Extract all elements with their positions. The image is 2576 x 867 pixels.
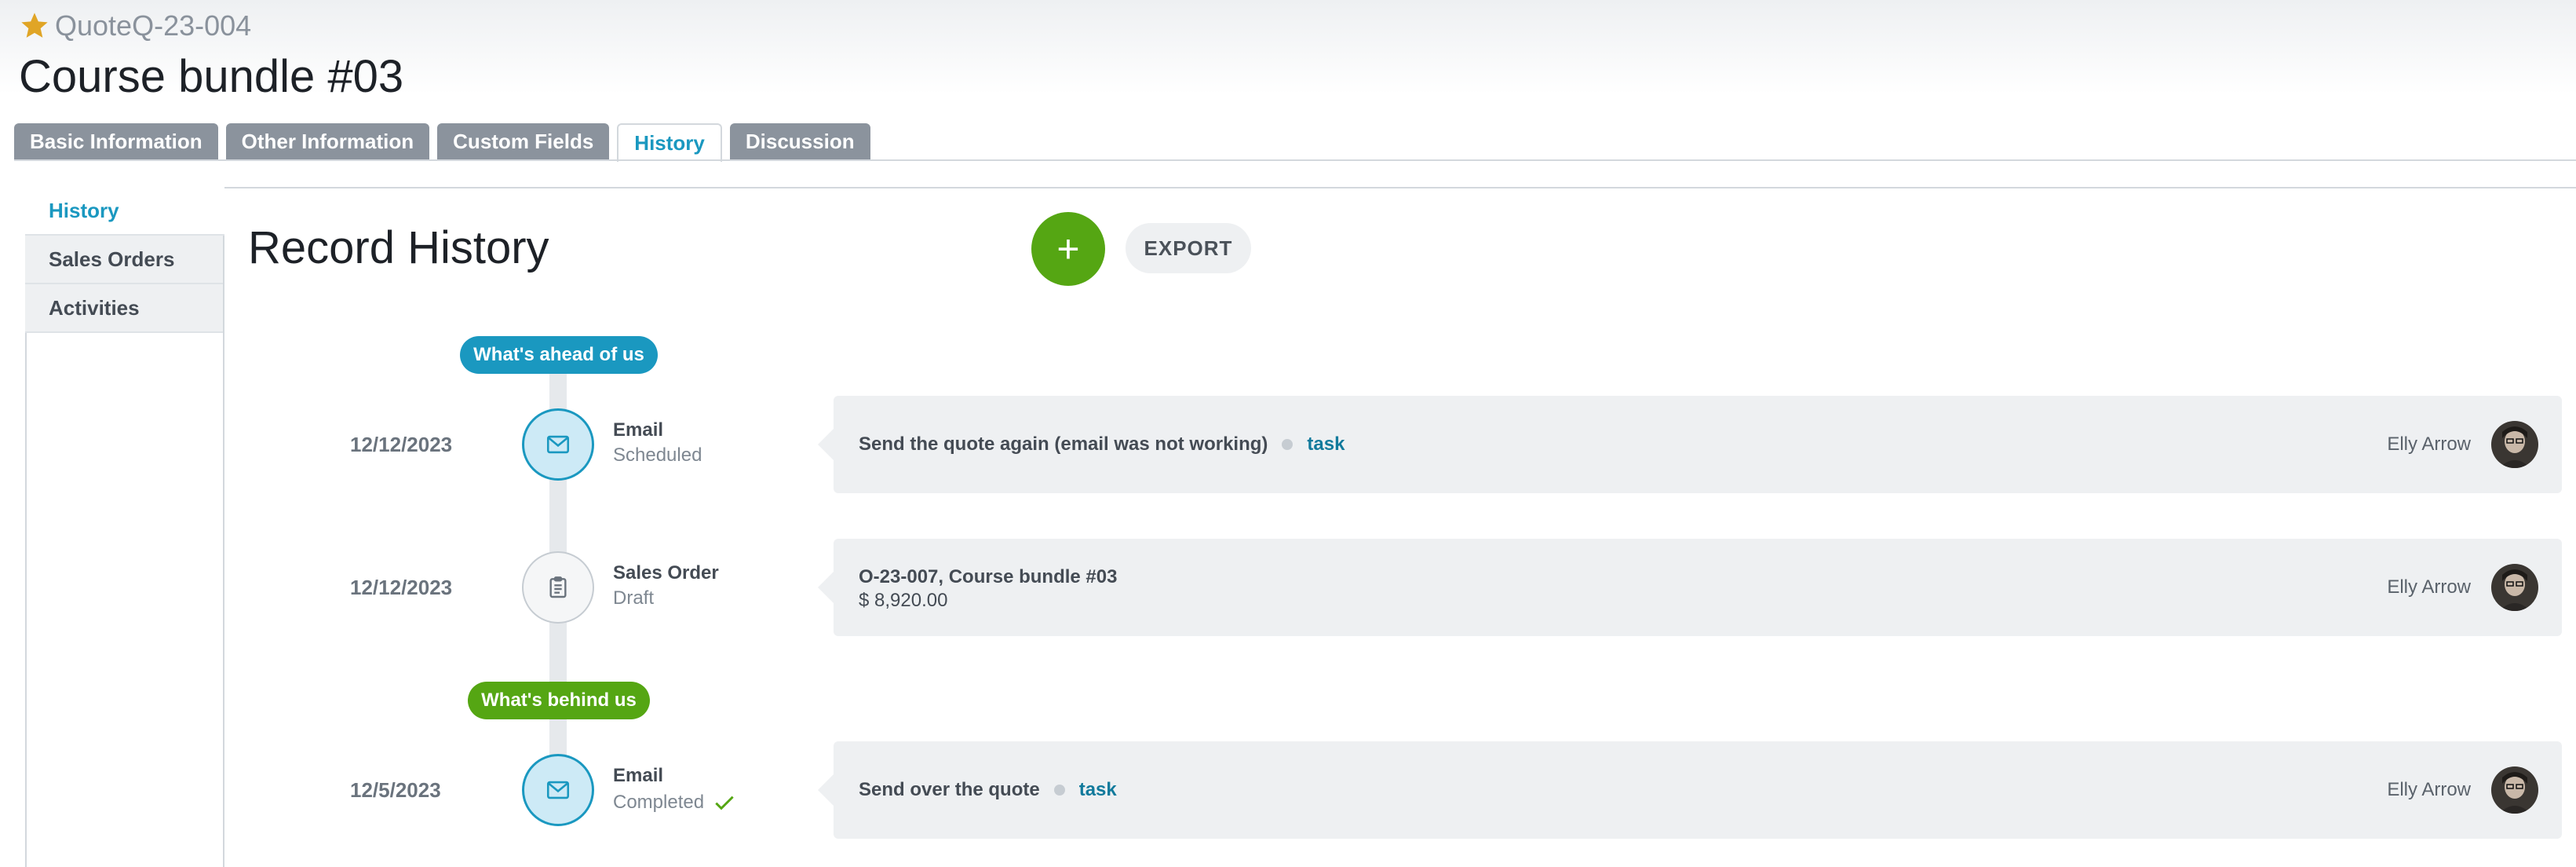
entry-status-label: Completed	[613, 792, 705, 813]
entry-date: 12/12/2023	[350, 575, 453, 599]
clipboard-icon	[549, 576, 567, 598]
section-title: Record History	[248, 222, 549, 273]
timeline-entry: 12/12/2023 Email Scheduled Send the quot…	[0, 396, 2576, 493]
entry-status: Scheduled	[613, 444, 702, 466]
entry-card[interactable]: Send over the quote task Elly Arrow	[818, 741, 2562, 839]
entry-status: Completed	[613, 790, 737, 815]
entry-user[interactable]: Elly Arrow	[2387, 396, 2471, 493]
entry-summary: Send over the quote	[859, 779, 1040, 800]
add-button[interactable]: +	[1031, 212, 1105, 286]
mail-icon	[546, 435, 570, 454]
entry-icon-button[interactable]	[522, 754, 594, 826]
tab-other-information[interactable]: Other Information	[225, 123, 430, 159]
entry-type: Email	[613, 765, 664, 786]
tab-history[interactable]: History	[617, 123, 722, 162]
tab-divider	[14, 159, 2576, 161]
record-number: Q-23-004	[132, 9, 252, 42]
timeline-entry: 12/5/2023 Email Completed Send over the …	[0, 741, 2576, 839]
entry-card[interactable]: O-23-007, Course bundle #03 $ 8,920.00 E…	[818, 539, 2562, 636]
side-nav-item-sales-orders[interactable]: Sales Orders	[25, 236, 224, 284]
tab-basic-information[interactable]: Basic Information	[14, 123, 218, 159]
side-nav: History Sales Orders Activities	[25, 187, 224, 333]
entry-card[interactable]: Send the quote again (email was not work…	[818, 396, 2562, 493]
entry-user[interactable]: Elly Arrow	[2387, 539, 2471, 636]
timeline-entry: 12/12/2023 Sales Order Draft O-23-007, C…	[0, 539, 2576, 636]
task-link[interactable]: task	[1079, 779, 1117, 801]
entry-summary: Send the quote again (email was not work…	[859, 434, 1268, 455]
task-link[interactable]: task	[1307, 434, 1345, 455]
entry-card-content: O-23-007, Course bundle #03 $ 8,920.00	[859, 565, 1117, 613]
avatar[interactable]	[2491, 564, 2538, 611]
entry-status-label: Draft	[613, 587, 655, 609]
check-icon	[715, 796, 734, 810]
entry-date: 12/5/2023	[350, 777, 441, 802]
user-avatar-icon	[2491, 421, 2538, 468]
avatar[interactable]	[2491, 421, 2538, 468]
behind-badge: What's behind us	[468, 682, 650, 719]
entry-status: Draft	[613, 587, 654, 609]
entry-card-content: Send the quote again (email was not work…	[859, 396, 1345, 493]
entry-user[interactable]: Elly Arrow	[2387, 741, 2471, 839]
export-button[interactable]: EXPORT	[1126, 223, 1251, 273]
entry-icon-button[interactable]	[522, 551, 594, 624]
entry-type: Email	[613, 419, 664, 441]
entry-type: Sales Order	[613, 562, 719, 583]
entry-status-label: Scheduled	[613, 444, 702, 466]
tab-bar: Basic Information Other Information Cust…	[14, 123, 870, 162]
star-icon[interactable]	[19, 10, 50, 42]
entry-icon-button[interactable]	[522, 408, 594, 481]
entry-date: 12/12/2023	[350, 432, 453, 456]
mail-icon	[546, 781, 570, 799]
entry-card-content: Send over the quote task	[859, 741, 1117, 839]
ahead-badge: What's ahead of us	[460, 336, 658, 374]
avatar[interactable]	[2491, 766, 2538, 814]
tab-custom-fields[interactable]: Custom Fields	[437, 123, 610, 159]
separator-dot	[1053, 785, 1065, 796]
side-nav-item-history[interactable]: History	[25, 187, 224, 236]
record-type: Quote	[55, 9, 133, 42]
entry-amount: $ 8,920.00	[859, 590, 948, 611]
separator-dot	[1282, 439, 1293, 450]
user-avatar-icon	[2491, 564, 2538, 611]
side-nav-item-activities[interactable]: Activities	[25, 284, 224, 333]
page-title: Course bundle #03	[19, 51, 404, 102]
user-avatar-icon	[2491, 766, 2538, 814]
tab-discussion[interactable]: Discussion	[729, 123, 870, 159]
record-header: Quote Q-23-004 Course bundle #03	[19, 6, 403, 103]
entry-summary[interactable]: O-23-007, Course bundle #03	[859, 565, 1117, 589]
record-subtitle: Quote Q-23-004	[19, 6, 403, 46]
